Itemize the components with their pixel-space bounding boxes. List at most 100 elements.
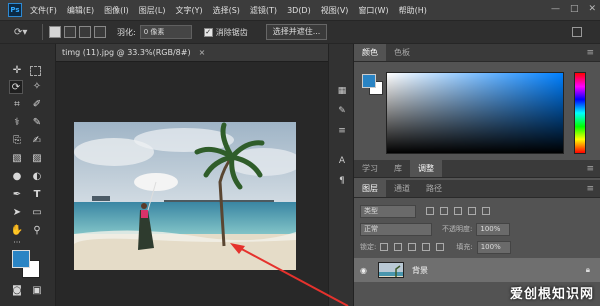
healing-brush-tool-icon[interactable]: ⚕ [10, 116, 24, 130]
filter-smart-icon[interactable] [482, 207, 490, 215]
menu-3d[interactable]: 3D(D) [287, 6, 311, 15]
foreground-color-swatch[interactable] [362, 74, 376, 88]
minimize-icon[interactable]: — [551, 4, 560, 14]
tab-libraries[interactable]: 库 [386, 163, 410, 177]
filter-type-icon[interactable] [454, 207, 462, 215]
feather-input[interactable]: 0 像素 [139, 25, 192, 39]
divider [42, 24, 43, 40]
menu-image[interactable]: 图像(I) [104, 5, 129, 16]
lock-transparent-icon[interactable] [380, 243, 389, 251]
crop-tool-icon[interactable]: ⌗ [10, 98, 24, 112]
beach-photo[interactable] [74, 122, 296, 270]
tab-adjustments[interactable]: 调整 [410, 160, 442, 177]
type-tool-icon[interactable]: T [30, 188, 44, 202]
tools-panel: ✛ ⟳ ✧ ⌗ ✐ ⚕ ✎ ⎘ ✍ ▧ ▨ ● ◐ ✒ T ➤ ▭ ✋ ⚲ ··… [0, 44, 56, 306]
panel-menu-icon[interactable]: ≡ [586, 164, 600, 177]
intersect-selection-icon[interactable] [94, 26, 106, 38]
select-and-mask-button[interactable]: 选择并遮住... [265, 24, 328, 40]
eraser-tool-icon[interactable]: ▧ [10, 152, 24, 166]
fill-input[interactable]: 100% [476, 240, 511, 254]
gradient-tool-icon[interactable]: ▨ [30, 152, 44, 166]
lasso-preset-icon[interactable]: ⟳▾ [14, 27, 36, 38]
subtract-selection-icon[interactable] [79, 26, 91, 38]
tab-learn[interactable]: 学习 [354, 163, 386, 177]
new-selection-icon[interactable] [49, 26, 61, 38]
magic-wand-tool-icon[interactable]: ✧ [30, 80, 44, 94]
dodge-tool-icon[interactable]: ◐ [30, 170, 44, 184]
antialias-checkbox[interactable]: ✓ [203, 27, 213, 37]
lock-artboard-icon[interactable] [422, 243, 431, 251]
layer-name: 背景 [412, 265, 428, 275]
filter-shape-icon[interactable] [468, 207, 476, 215]
foreground-color-swatch[interactable] [12, 250, 30, 268]
lock-label: 锁定: [360, 243, 377, 251]
marquee-tool-icon[interactable] [30, 66, 41, 76]
color-panel: 颜色 色板 ≡ [354, 44, 600, 160]
collapsed-panel-strip: ▦ ✎ ≡ A ¶ [328, 44, 354, 306]
lock-image-icon[interactable] [394, 243, 403, 251]
pen-tool-icon[interactable]: ✒ [10, 188, 24, 202]
menu-edit[interactable]: 编辑(E) [67, 5, 94, 16]
adjustments-icon[interactable]: ≡ [335, 124, 349, 138]
paragraph-icon[interactable]: ¶ [335, 174, 349, 188]
close-icon[interactable]: × [199, 48, 206, 57]
layer-filter-select[interactable]: 类型 [360, 204, 416, 218]
panel-menu-icon[interactable]: ≡ [586, 184, 600, 197]
menu-filter[interactable]: 滤镜(T) [250, 5, 277, 16]
opacity-input[interactable]: 100% [476, 222, 511, 236]
character-icon[interactable]: A [335, 154, 349, 168]
rectangle-tool-icon[interactable]: ▭ [30, 206, 44, 220]
feather-label: 羽化: [117, 27, 136, 37]
hue-slider[interactable] [574, 72, 586, 154]
brush-tool-icon[interactable]: ✎ [30, 116, 44, 130]
filter-pixel-icon[interactable] [426, 207, 434, 215]
eye-icon[interactable]: ◉ [360, 266, 374, 275]
menu-file[interactable]: 文件(F) [30, 5, 57, 16]
quick-mask-icon[interactable]: ◙ [10, 284, 24, 298]
menu-select[interactable]: 选择(S) [213, 5, 240, 16]
layers-panel-header: 图层 通道 路径 ≡ [354, 180, 600, 198]
layer-row[interactable]: ◉ 背景 🔒︎ [354, 258, 600, 282]
maximize-icon[interactable]: □ [570, 4, 579, 14]
history-icon[interactable]: ▦ [335, 84, 349, 98]
tab-color[interactable]: 颜色 [354, 44, 386, 61]
screen-mode-icon[interactable]: ▣ [30, 284, 44, 298]
canvas-area: timg (11).jpg @ 33.3%(RGB/8#) × [56, 44, 328, 306]
move-tool-icon[interactable]: ✛ [10, 64, 24, 78]
eyedropper-tool-icon[interactable]: ✐ [30, 98, 44, 112]
blend-mode-select[interactable]: 正常 [360, 222, 432, 236]
tab-layers[interactable]: 图层 [354, 180, 386, 197]
path-selection-tool-icon[interactable]: ➤ [10, 206, 24, 220]
color-panel-header: 颜色 色板 ≡ [354, 44, 600, 62]
document-tab[interactable]: timg (11).jpg @ 33.3%(RGB/8#) × [56, 44, 328, 62]
tab-paths[interactable]: 路径 [418, 183, 450, 197]
layer-filter-row: 类型 [360, 204, 496, 218]
lock-position-icon[interactable] [408, 243, 417, 251]
clone-stamp-tool-icon[interactable]: ⎘ [10, 134, 24, 148]
panel-menu-icon[interactable]: ≡ [586, 48, 600, 61]
blend-row: 正常 不透明度: 100% [360, 222, 511, 236]
document-title: timg (11).jpg @ 33.3%(RGB/8#) [62, 48, 191, 57]
brush-settings-icon[interactable]: ✎ [335, 104, 349, 118]
menu-window[interactable]: 窗口(W) [358, 5, 388, 16]
menu-layer[interactable]: 图层(L) [139, 5, 166, 16]
menu-type[interactable]: 文字(Y) [175, 5, 202, 16]
history-brush-tool-icon[interactable]: ✍ [30, 134, 44, 148]
filter-adjust-icon[interactable] [440, 207, 448, 215]
add-selection-icon[interactable] [64, 26, 76, 38]
lock-icon: 🔒︎ [585, 265, 590, 274]
more-tools-icon[interactable]: ··· [10, 236, 24, 250]
zoom-tool-icon[interactable]: ⚲ [30, 224, 44, 238]
workspace-icon[interactable] [572, 27, 582, 37]
lasso-tool-icon[interactable]: ⟳ [9, 80, 23, 94]
menu-view[interactable]: 视图(V) [321, 5, 349, 16]
tab-swatches[interactable]: 色板 [386, 47, 418, 61]
close-icon[interactable]: ✕ [588, 4, 596, 14]
watermark: 爱创根知识网 [509, 287, 594, 302]
lock-all-icon[interactable] [436, 243, 445, 251]
tab-channels[interactable]: 通道 [386, 183, 418, 197]
right-panels: 颜色 色板 ≡ 学习 库 调整 ≡ 图层 通道 路径 ≡ 类型 正常 不透明度:… [354, 44, 600, 306]
color-picker-field[interactable] [386, 72, 564, 154]
blur-tool-icon[interactable]: ● [10, 170, 24, 184]
menu-help[interactable]: 帮助(H) [399, 5, 427, 16]
